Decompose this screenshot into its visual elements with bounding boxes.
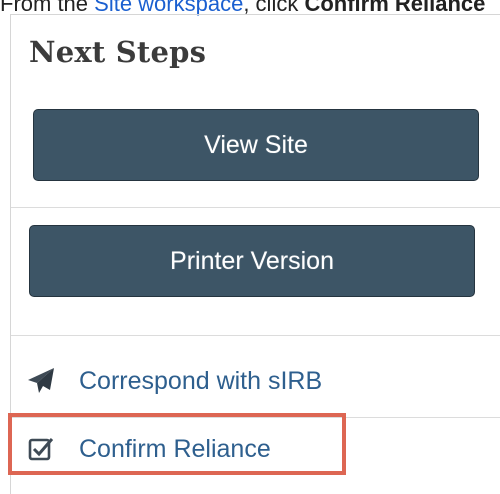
printer-version-button[interactable]: Printer Version [29,225,475,297]
confirm-link-label: Confirm Reliance [79,434,271,463]
checkbox-icon [25,433,57,465]
divider [11,207,500,208]
paper-plane-icon [25,365,57,397]
divider [11,335,500,336]
correspond-with-sirb-link[interactable]: Correspond with sIRB [25,365,322,397]
confirm-reliance-link[interactable]: Confirm Reliance [25,433,271,465]
view-site-button[interactable]: View Site [33,109,479,181]
next-steps-panel: Next Steps View Site Printer Version Cor… [10,14,500,494]
correspond-link-label: Correspond with sIRB [79,366,323,395]
panel-title: Next Steps [29,35,207,69]
divider [11,417,500,418]
